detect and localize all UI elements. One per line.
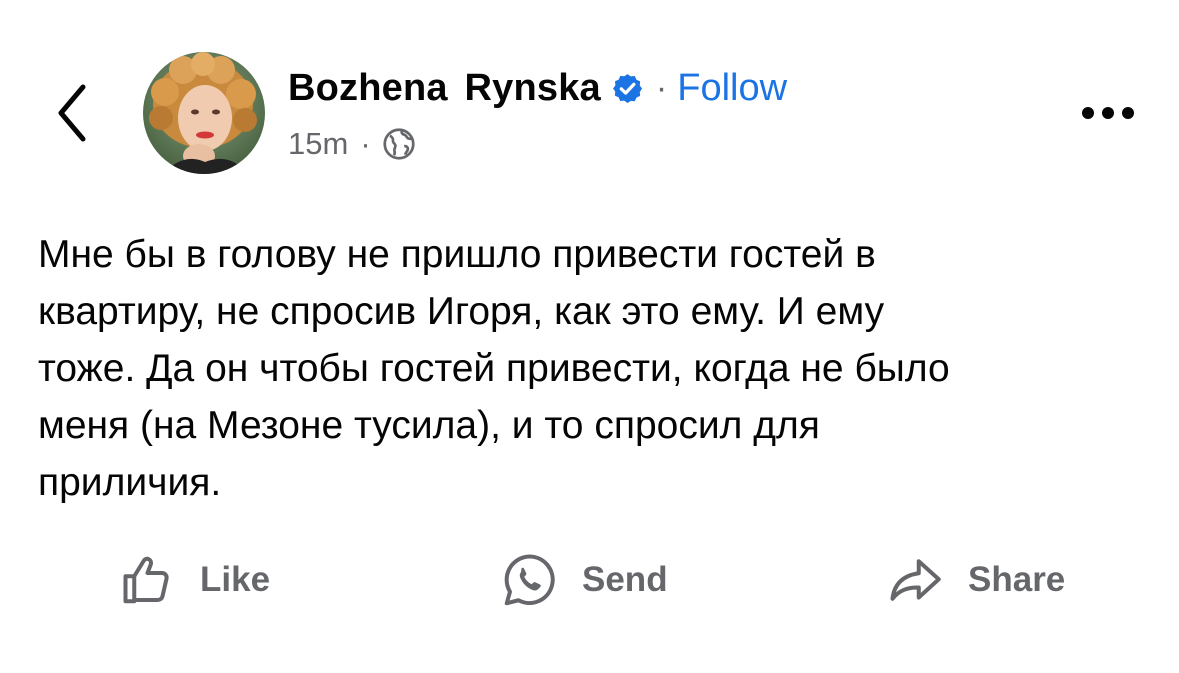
post-action-bar: Like Send Share (0, 540, 1179, 620)
share-label: Share (968, 560, 1066, 599)
author-avatar[interactable] (143, 52, 265, 174)
follow-button[interactable]: Follow (677, 67, 787, 110)
author-name[interactable]: Bozhena Rynska (288, 67, 601, 110)
meta-separator-dot: · (360, 126, 371, 161)
send-button[interactable]: Send (500, 540, 668, 620)
like-label: Like (200, 560, 271, 599)
like-button[interactable]: Like (118, 540, 270, 620)
post-header: Bozhena Rynska · Follow (288, 62, 787, 114)
chevron-left-icon (58, 84, 86, 142)
post-text: Мне бы в голову не пришло привести госте… (38, 233, 950, 504)
globe-icon[interactable] (381, 126, 417, 162)
whatsapp-icon (504, 554, 555, 606)
share-arrow-icon (890, 559, 941, 601)
verified-badge-icon (611, 72, 644, 105)
post-timestamp[interactable]: 15m (288, 126, 348, 162)
share-button[interactable]: Share (884, 540, 1065, 620)
post-meta: 15m · (288, 122, 417, 166)
send-label: Send (582, 560, 668, 599)
avatar-photo (143, 52, 265, 174)
more-horizontal-icon (1082, 107, 1134, 119)
thumbs-up-icon (123, 556, 169, 604)
back-button[interactable] (44, 78, 100, 148)
more-options-button[interactable] (1078, 96, 1138, 130)
header-separator-dot: · (655, 68, 668, 107)
